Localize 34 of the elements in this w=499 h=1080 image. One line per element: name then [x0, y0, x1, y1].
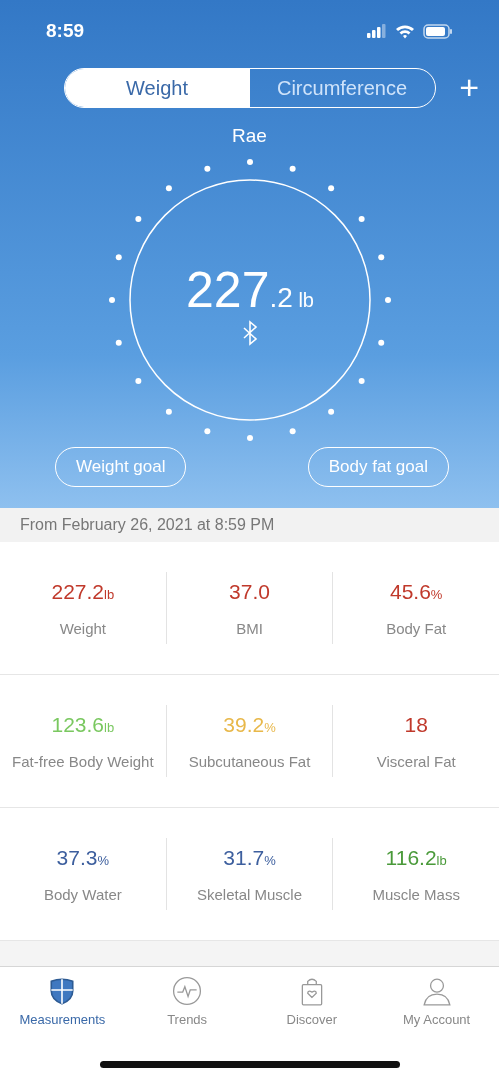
weight-reading: 227.2 lb: [184, 260, 315, 320]
wifi-icon: [395, 23, 415, 39]
tab-bar-item[interactable]: Trends: [124, 967, 250, 1039]
battery-icon: [423, 23, 453, 39]
metric-label: Skeletal Muscle: [196, 884, 304, 905]
add-button[interactable]: +: [453, 68, 485, 106]
metric-label: Weight: [58, 618, 108, 639]
segment-tab[interactable]: Circumference: [249, 69, 435, 107]
metric-value: 45.6%: [388, 579, 444, 605]
person-icon: [421, 976, 452, 1007]
metric-value: 39.2%: [222, 712, 277, 738]
metric-value: 18: [403, 712, 429, 738]
signal-icon: [367, 24, 387, 38]
segment-tab[interactable]: Weight: [64, 69, 250, 107]
tab-bar-item[interactable]: Discover: [249, 967, 375, 1039]
metric-value: 37.0: [228, 579, 271, 605]
pulse-icon: [172, 976, 203, 1007]
metric-label: BMI: [235, 618, 264, 639]
metric-value: 227.2lb: [50, 579, 116, 605]
user-name: Rae: [231, 124, 268, 148]
metric-label: Muscle Mass: [371, 884, 461, 905]
metric-label: Visceral Fat: [375, 751, 457, 772]
metric-label: Fat-free Body Weight: [11, 751, 155, 772]
metric-value: 116.2lb: [384, 845, 448, 871]
metric-label: Body Water: [42, 884, 123, 905]
bluetooth-icon: [242, 319, 257, 346]
tab-bar-item[interactable]: Measurements: [0, 967, 125, 1039]
metric-value: 31.7%: [222, 845, 277, 871]
tab-bar-item[interactable]: My Account: [374, 967, 499, 1039]
metric-label: Body Fat: [385, 618, 448, 639]
metric-label: Subcutaneous Fat: [187, 751, 312, 772]
metric-value: 37.3%: [55, 845, 111, 871]
status-time: 8:59: [46, 18, 85, 43]
metric-value: 123.6lb: [50, 712, 116, 738]
